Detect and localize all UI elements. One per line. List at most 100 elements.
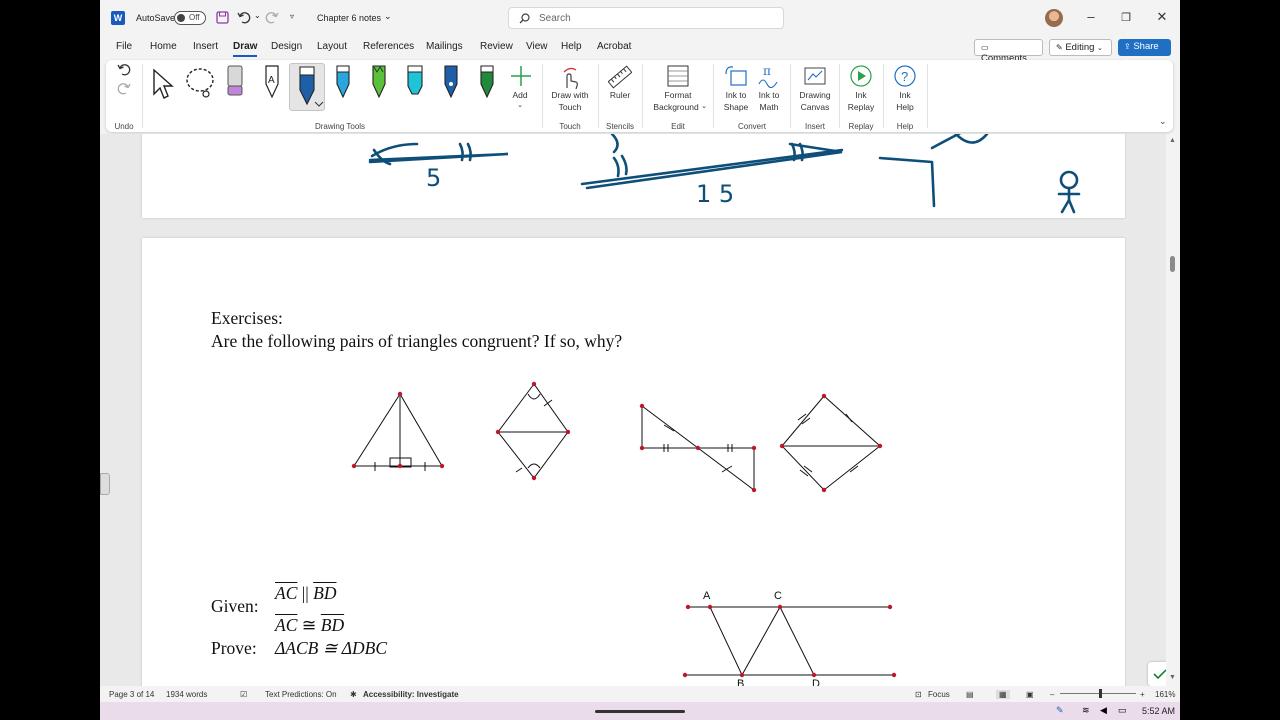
ink-to-math-label-2: Math	[759, 102, 779, 112]
minimize-icon[interactable]: –	[1081, 9, 1101, 24]
handwritten-5: 5	[426, 164, 442, 192]
tab-layout[interactable]: Layout	[317, 41, 347, 52]
customize-quick-access-icon[interactable]: ▿	[290, 12, 294, 21]
ruler-icon[interactable]	[608, 64, 632, 90]
ink-help-icon[interactable]: ?	[893, 64, 917, 88]
eraser-icon[interactable]	[225, 64, 245, 98]
draw-with-touch-icon[interactable]	[558, 66, 582, 90]
tab-acrobat[interactable]: Acrobat	[597, 41, 631, 52]
zoom-level[interactable]: 161%	[1155, 690, 1175, 699]
tab-draw[interactable]: Draw	[233, 41, 258, 57]
tab-insert[interactable]: Insert	[193, 41, 218, 52]
highlighter-cyan-icon[interactable]	[404, 64, 426, 100]
format-background-chevron-icon[interactable]: ⌄	[701, 101, 707, 112]
page-count[interactable]: Page 3 of 14	[109, 690, 154, 699]
share-button[interactable]: ⇪ Share ⌄	[1118, 39, 1171, 62]
ink-to-math-icon[interactable]: π	[757, 64, 781, 88]
ink-replay-icon[interactable]	[849, 64, 873, 88]
autosave-toggle[interactable]: Off	[174, 11, 206, 25]
toggle-knob	[177, 14, 185, 22]
tab-help[interactable]: Help	[561, 41, 582, 52]
accessibility-status[interactable]: Accessibility: Investigate	[363, 690, 459, 699]
format-background-icon[interactable]	[666, 64, 690, 88]
volume-icon[interactable]: ◀	[1100, 705, 1107, 716]
add-pen-icon[interactable]	[510, 64, 532, 88]
wifi-icon[interactable]: ≋	[1082, 705, 1090, 716]
proofing-icon[interactable]: ☑	[240, 690, 247, 699]
zoom-slider[interactable]	[1060, 693, 1136, 694]
pen-lightblue-icon[interactable]	[332, 64, 354, 100]
tab-view[interactable]: View	[526, 41, 548, 52]
ribbon-undo-icon[interactable]	[117, 63, 131, 76]
pen-black-icon[interactable]: A	[261, 64, 283, 100]
zoom-out-icon[interactable]: –	[1050, 690, 1054, 699]
collapse-ribbon-icon[interactable]: ⌄	[1159, 116, 1167, 127]
label-d: D	[812, 678, 820, 686]
zoom-slider-thumb[interactable]	[1099, 689, 1102, 698]
drawing-canvas-icon[interactable]	[803, 64, 827, 88]
pen-navy-icon[interactable]	[440, 64, 462, 100]
document-title[interactable]: Chapter 6 notes	[317, 13, 381, 23]
undo-icon[interactable]	[237, 11, 251, 24]
print-layout-icon[interactable]: ▦	[996, 690, 1010, 699]
tab-file[interactable]: File	[116, 41, 132, 52]
editing-button[interactable]: ✎ Editing ⌄	[1049, 39, 1112, 56]
tab-home[interactable]: Home	[150, 41, 177, 52]
add-chevron-icon[interactable]: ⌄	[517, 100, 523, 111]
search-placeholder: Search	[539, 13, 571, 24]
label-b: B	[737, 678, 745, 686]
ink-to-shape-icon[interactable]	[724, 64, 748, 88]
home-handle[interactable]	[595, 710, 685, 713]
save-icon[interactable]	[216, 11, 229, 24]
draw-ribbon: Undo A Add ⌄ Drawing Tools Draw with Tou…	[106, 60, 1173, 132]
scrollbar-thumb[interactable]	[1170, 256, 1175, 272]
separator	[142, 64, 143, 128]
search-box[interactable]: Search	[508, 7, 784, 29]
scroll-up-icon[interactable]: ▲	[1169, 137, 1176, 144]
taskbar: ✎ ≋ ◀ ▭ 5:52 AM	[100, 702, 1180, 720]
separator	[598, 64, 599, 128]
clock[interactable]: 5:52 AM	[1142, 706, 1175, 716]
select-pointer-icon[interactable]	[150, 68, 176, 100]
pencil-green-icon[interactable]	[368, 64, 390, 100]
pen-tray-icon[interactable]: ✎	[1056, 705, 1064, 716]
web-layout-icon[interactable]: ▣	[1026, 690, 1034, 699]
tab-design[interactable]: Design	[271, 41, 302, 52]
focus-mode[interactable]: Focus	[928, 690, 950, 699]
separator	[839, 64, 840, 128]
navigation-handle[interactable]	[100, 473, 110, 495]
given-statement-parallel: AC || BD	[275, 583, 336, 604]
tab-references[interactable]: References	[363, 41, 414, 52]
pen-blue-selected[interactable]	[289, 63, 325, 111]
comments-button[interactable]: ▭ Comments	[974, 39, 1043, 64]
checkmark-button[interactable]	[1148, 662, 1166, 686]
ink-help-label-2: Help	[896, 102, 914, 112]
ribbon-redo-icon[interactable]	[117, 82, 131, 95]
account-avatar[interactable]	[1045, 9, 1063, 27]
text-predictions[interactable]: Text Predictions: On	[265, 690, 337, 699]
zoom-in-icon[interactable]: +	[1140, 690, 1145, 699]
handwritten-15: 1 5	[696, 180, 735, 208]
draw-with-touch-label-1: Draw with	[551, 90, 589, 100]
lasso-select-icon[interactable]	[184, 66, 218, 100]
word-count[interactable]: 1934 words	[166, 690, 207, 699]
svg-text:A: A	[268, 75, 275, 86]
close-icon[interactable]: ✕	[1152, 9, 1172, 25]
group-label-stencils: Stencils	[605, 122, 635, 131]
pen-darkgreen-icon[interactable]	[476, 64, 498, 100]
redo-icon[interactable]	[265, 11, 279, 24]
document-area[interactable]: 5 1 5 Exercises: Are the following pairs…	[100, 134, 1166, 686]
tab-mailings[interactable]: Mailings	[426, 41, 463, 52]
scroll-down-icon[interactable]: ▼	[1169, 674, 1176, 681]
title-chevron-icon[interactable]: ⌄	[384, 11, 392, 22]
tab-review[interactable]: Review	[480, 41, 513, 52]
pencil-icon: ✎	[1056, 43, 1063, 52]
read-mode-icon[interactable]: ▤	[966, 690, 974, 699]
restore-icon[interactable]: ❐	[1116, 11, 1136, 24]
ink-to-math-label-1: Ink to	[758, 90, 780, 100]
title-bar: W AutoSave Off ⌄ ▿ Chapter 6 notes ⌄ Sea…	[100, 0, 1180, 36]
pen-blue-icon	[299, 66, 324, 107]
vertical-scrollbar[interactable]: ▲ ▼	[1166, 134, 1180, 686]
battery-icon[interactable]: ▭	[1118, 705, 1127, 716]
undo-dropdown-icon[interactable]: ⌄	[254, 11, 261, 20]
